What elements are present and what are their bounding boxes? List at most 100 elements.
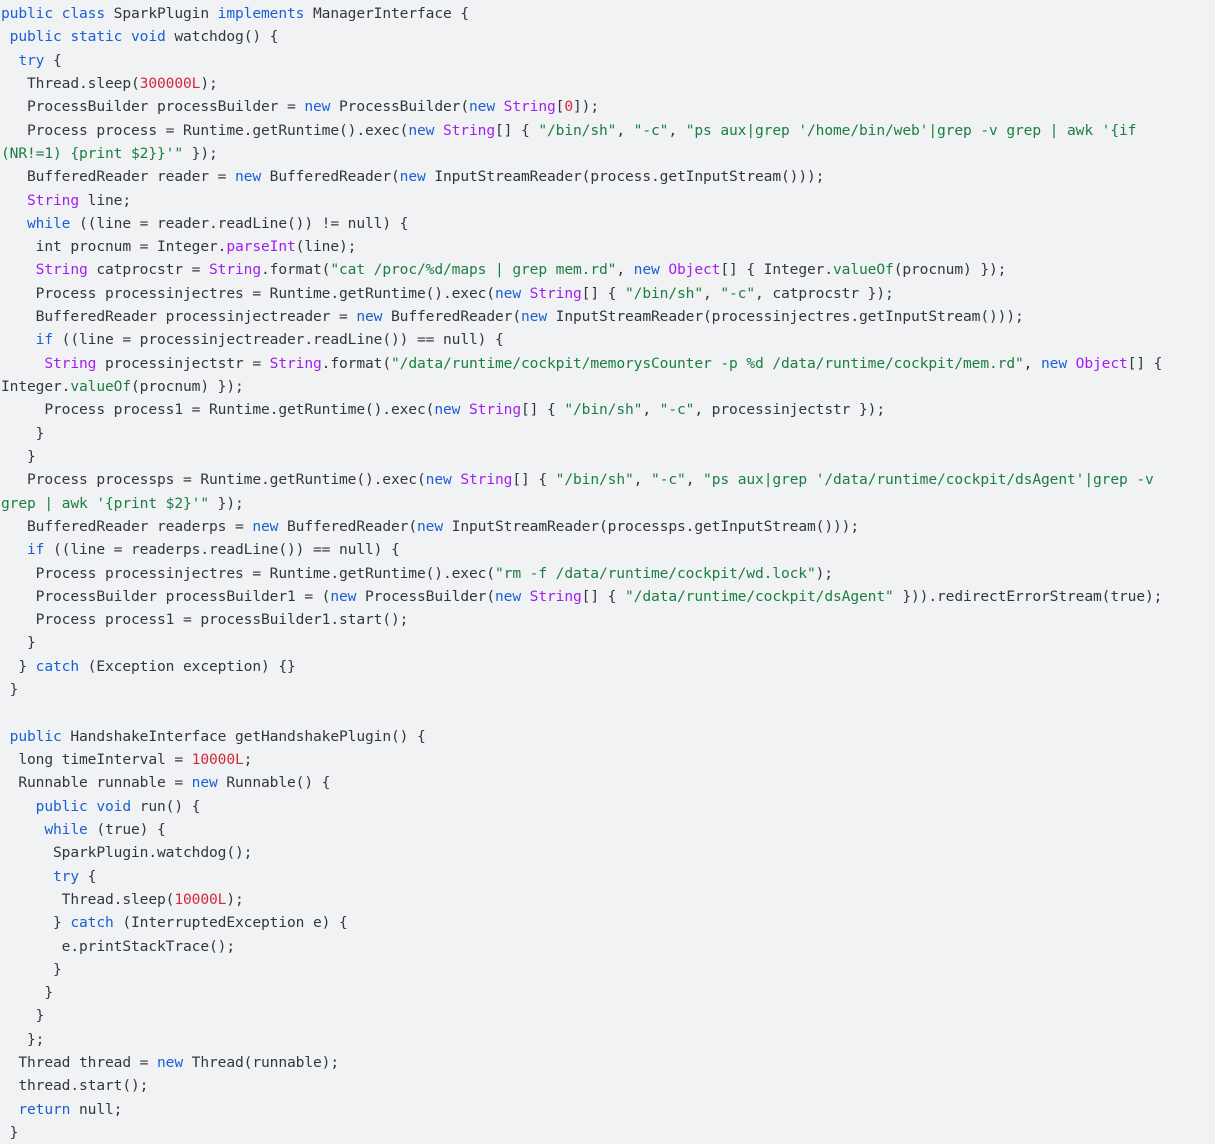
code-token-string: "/bin/sh" — [564, 401, 643, 419]
code-token-plain: processinjectstr = — [96, 354, 270, 372]
code-token-plain: [] { Integer. — [720, 261, 834, 279]
code-token-keyword: void — [131, 28, 175, 46]
code-line: e.printStackTrace(); — [0, 935, 1215, 958]
code-token-string: (NR!=1) {print $2}}'" — [1, 144, 183, 162]
code-token-keyword: new — [434, 401, 469, 419]
code-line: BufferedReader readerps = new BufferedRe… — [0, 515, 1215, 538]
code-token-number: 10000L — [174, 890, 227, 908]
code-token-keyword: while — [44, 820, 88, 838]
code-token-plain: ProcessBuilder( — [339, 98, 469, 116]
code-token-string: "cat /proc/%d/maps | grep mem.rd" — [330, 261, 617, 279]
code-token-plain: , — [668, 121, 686, 139]
code-lines-container: public class SparkPlugin implements Mana… — [0, 2, 1215, 1144]
code-token-plain: [] { — [581, 587, 626, 605]
code-token-plain: , processinjectstr }); — [694, 401, 885, 419]
code-line: } — [0, 445, 1215, 468]
code-token-plain: catprocstr = — [87, 261, 209, 279]
code-token-keyword: new — [304, 98, 339, 116]
code-token-plain: , — [685, 471, 704, 489]
code-token-keyword: try — [53, 867, 79, 885]
code-token-string: "/data/runtime/cockpit/memorysCounter -p… — [391, 354, 1024, 372]
code-token-plain: BufferedReader( — [391, 308, 521, 326]
code-token-plain: [] { — [512, 471, 556, 489]
code-token-string: "-c" — [659, 401, 695, 419]
code-line: }; — [0, 1028, 1215, 1051]
code-token-keyword: class — [61, 5, 114, 22]
code-token-plain: SparkPlugin.watchdog(); — [1, 844, 253, 862]
code-line: } — [0, 1121, 1215, 1144]
code-line: } catch (Exception exception) {} — [0, 655, 1215, 678]
code-token-type: String — [442, 121, 495, 139]
code-line: Process processps = Runtime.getRuntime()… — [0, 468, 1215, 491]
code-line: if ((line = processinjectreader.readLine… — [0, 328, 1215, 351]
code-token-plain: Thread.sleep( — [1, 74, 140, 92]
code-line: } — [0, 1004, 1215, 1027]
code-token-plain: } — [1, 447, 36, 465]
code-token-plain: } — [1, 914, 71, 932]
code-token-plain: } — [1, 1124, 19, 1141]
code-token-plain: , — [633, 471, 652, 489]
code-token-keyword: new — [494, 284, 530, 302]
code-token-keyword: if — [35, 331, 54, 349]
code-token-plain: [] { — [581, 284, 625, 302]
code-token-plain: } — [1, 960, 62, 978]
code-token-plain: } — [1, 657, 36, 675]
code-token-plain: })).redirectErrorStream(true); — [893, 587, 1163, 605]
code-token-plain: BufferedReader reader = — [1, 168, 235, 186]
code-line: Thread.sleep(10000L); — [0, 888, 1215, 911]
code-token-plain: Runnable runnable = — [1, 774, 192, 792]
code-token-plain: ; — [243, 751, 253, 768]
code-token-plain: BufferedReader( — [287, 517, 417, 535]
code-token-plain: BufferedReader processinjectreader = — [1, 308, 357, 326]
code-token-keyword: new — [495, 587, 530, 605]
code-line: String catprocstr = String.format("cat /… — [0, 258, 1215, 281]
code-token-plain: run() { — [139, 797, 201, 815]
code-line: if ((line = readerps.readLine()) == null… — [0, 538, 1215, 561]
code-line: ProcessBuilder processBuilder = new Proc… — [0, 95, 1215, 118]
code-token-plain: (InterruptedException e) { — [113, 914, 348, 932]
code-line: Thread thread = new Thread(runnable); — [0, 1051, 1215, 1074]
code-line: (NR!=1) {print $2}}'" }); — [0, 142, 1215, 165]
code-line: public class SparkPlugin implements Mana… — [0, 2, 1215, 25]
code-token-plain: }); — [183, 144, 218, 162]
code-token-type: String — [529, 587, 582, 605]
code-line: BufferedReader reader = new BufferedRead… — [0, 165, 1215, 188]
code-line: Process process1 = Runtime.getRuntime().… — [0, 398, 1215, 421]
code-line: public HandshakeInterface getHandshakePl… — [0, 725, 1215, 748]
code-viewer[interactable]: public class SparkPlugin implements Mana… — [0, 0, 1215, 1143]
code-line: while (true) { — [0, 818, 1215, 841]
code-token-keyword: while — [27, 214, 71, 232]
code-token-plain: [] { — [520, 401, 565, 419]
code-token-keyword: static — [70, 28, 132, 46]
code-token-plain: ManagerInterface { — [313, 5, 469, 22]
code-token-plain: ProcessBuilder processBuilder1 = ( — [1, 587, 331, 605]
code-token-plain: }; — [1, 1030, 45, 1048]
code-token-plain: null; — [79, 1100, 123, 1118]
code-line: } — [0, 422, 1215, 445]
code-line: Integer.valueOf(procnum) }); — [0, 375, 1215, 398]
code-token-string: "ps aux|grep '/data/runtime/cockpit/dsAg… — [703, 471, 1154, 489]
code-token-number: 10000L — [191, 751, 244, 768]
code-token-string: "ps aux|grep '/home/bin/web'|grep -v gre… — [685, 121, 1137, 139]
code-token-plain: Process processps = Runtime.getRuntime()… — [1, 471, 426, 489]
code-token-string: "-c" — [651, 471, 686, 489]
code-token-keyword: new — [425, 471, 461, 489]
code-line: public static void watchdog() { — [0, 25, 1215, 48]
code-line: long timeInterval = 10000L; — [0, 748, 1215, 771]
code-token-plain: ((line = readerps.readLine()) == null) { — [44, 541, 400, 559]
code-token-keyword: new — [399, 168, 435, 186]
code-token-plain: Integer. — [1, 378, 71, 395]
code-line: Process process1 = processBuilder1.start… — [0, 608, 1215, 631]
code-token-keyword: new — [417, 517, 452, 535]
code-token-keyword: new — [356, 308, 391, 326]
code-token-keyword: return — [18, 1100, 80, 1118]
code-token-type: String — [269, 354, 322, 372]
code-token-plain: Process processinjectres = Runtime.getRu… — [1, 564, 495, 582]
code-line: ProcessBuilder processBuilder1 = (new Pr… — [0, 585, 1215, 608]
